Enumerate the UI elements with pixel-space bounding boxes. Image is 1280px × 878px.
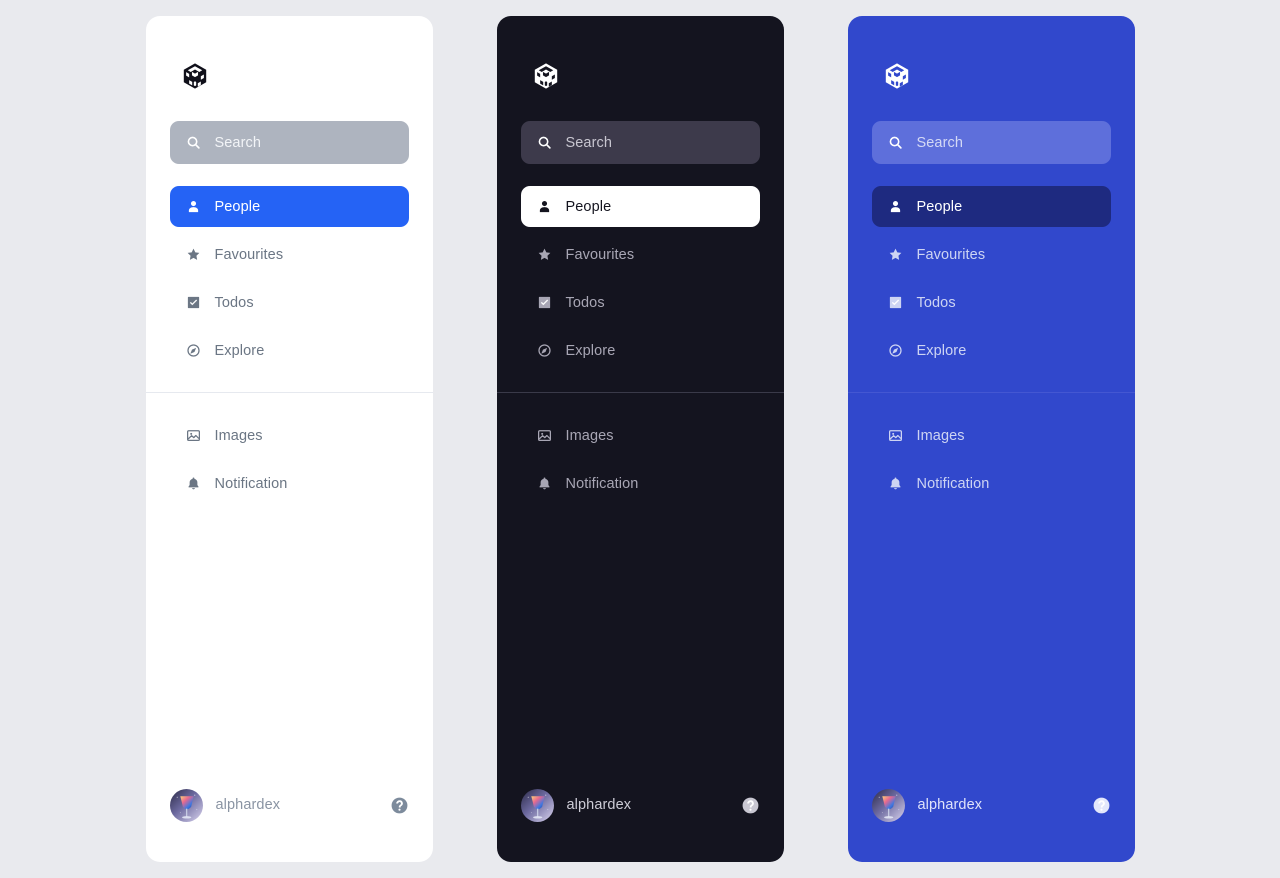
search-icon [888,135,903,150]
flex-spacer [146,511,433,781]
nav-divider [847,392,1135,393]
sidebar-item-label: Explore [214,342,265,359]
sidebar-item-label: Favourites [214,246,284,263]
sidebar-item-label: Images [916,427,965,444]
sidebar-item-label: People [916,198,963,215]
sidebar-item-todos[interactable]: Todos [521,282,760,323]
bell-icon [186,476,202,492]
sidebar-item-notification[interactable]: Notification [521,463,760,504]
search-placeholder: Search [916,134,964,151]
sidebar-item-explore[interactable]: Explore [872,330,1111,371]
checkbox-icon [186,295,202,311]
avatar[interactable] [169,788,203,822]
sidebar-item-label: Images [214,427,263,444]
sidebar-item-explore[interactable]: Explore [521,330,760,371]
sidebar-panel-light: Search People Favourites Todos Explore I… [145,16,433,862]
image-icon [888,428,904,444]
search-input[interactable]: Search [520,121,760,164]
nav-group-primary: People Favourites Todos Explore [497,186,784,378]
sidebar-item-todos[interactable]: Todos [872,282,1111,323]
nav-divider [496,392,784,393]
sidebar-item-label: Notification [916,475,990,492]
sidebar-item-notification[interactable]: Notification [872,463,1111,504]
app-logo[interactable] [179,60,211,92]
sidebar-item-label: People [214,198,261,215]
sidebar-item-images[interactable]: Images [521,415,760,456]
app-logo[interactable] [881,60,913,92]
sidebar-item-label: Explore [916,342,967,359]
compass-icon [537,343,553,359]
user-name: alphardex [566,797,632,813]
checkbox-icon [888,295,904,311]
sidebar-panel-dark: Search People Favourites Todos Explore I… [496,16,784,862]
sidebar-item-favourites[interactable]: Favourites [521,234,760,275]
bell-icon [888,476,904,492]
sidebar-variants-stage: Search People Favourites Todos Explore I… [0,0,1280,878]
help-circle-icon[interactable] [741,796,760,815]
search-placeholder: Search [565,134,613,151]
help-circle-icon[interactable] [390,796,409,815]
star-icon [537,247,553,263]
sidebar-item-label: Notification [565,475,639,492]
sidebar-item-people[interactable]: People [871,186,1111,227]
sidebar-item-images[interactable]: Images [170,415,409,456]
star-icon [186,247,202,263]
nav-group-secondary: Images Notification [848,415,1135,511]
bell-icon [537,476,553,492]
compass-icon [186,343,202,359]
search-input[interactable]: Search [169,121,409,164]
search-icon [186,135,201,150]
nav-group-primary: People Favourites Todos Explore [146,186,433,378]
sidebar-item-todos[interactable]: Todos [170,282,409,323]
user-footer: alphardex [169,781,409,829]
user-footer: alphardex [871,781,1111,829]
nav-divider [145,392,433,393]
sidebar-item-people[interactable]: People [169,186,409,227]
sidebar-item-label: Todos [916,294,956,311]
flex-spacer [848,511,1135,781]
sidebar-item-explore[interactable]: Explore [170,330,409,371]
help-circle-icon[interactable] [1092,796,1111,815]
checkbox-icon [537,295,553,311]
sidebar-item-favourites[interactable]: Favourites [170,234,409,275]
user-footer: alphardex [520,781,760,829]
flex-spacer [497,511,784,781]
sidebar-item-label: Todos [214,294,254,311]
sidebar-item-notification[interactable]: Notification [170,463,409,504]
avatar[interactable] [871,788,905,822]
user-name: alphardex [917,797,983,813]
app-logo[interactable] [530,60,562,92]
search-icon [537,135,552,150]
person-icon [186,199,202,215]
nav-group-primary: People Favourites Todos Explore [848,186,1135,378]
sidebar-item-people[interactable]: People [520,186,760,227]
user-name: alphardex [215,797,281,813]
star-icon [888,247,904,263]
sidebar-item-label: People [565,198,612,215]
person-icon [537,199,553,215]
sidebar-item-label: Favourites [916,246,986,263]
compass-icon [888,343,904,359]
sidebar-item-favourites[interactable]: Favourites [872,234,1111,275]
sidebar-item-label: Explore [565,342,616,359]
image-icon [537,428,553,444]
sidebar-item-label: Notification [214,475,288,492]
avatar[interactable] [520,788,554,822]
sidebar-item-images[interactable]: Images [872,415,1111,456]
sidebar-item-label: Favourites [565,246,635,263]
image-icon [186,428,202,444]
nav-group-secondary: Images Notification [146,415,433,511]
sidebar-item-label: Todos [565,294,605,311]
search-placeholder: Search [214,134,262,151]
sidebar-item-label: Images [565,427,614,444]
person-icon [888,199,904,215]
sidebar-panel-blue: Search People Favourites Todos Explore I… [847,16,1135,862]
search-input[interactable]: Search [871,121,1111,164]
nav-group-secondary: Images Notification [497,415,784,511]
